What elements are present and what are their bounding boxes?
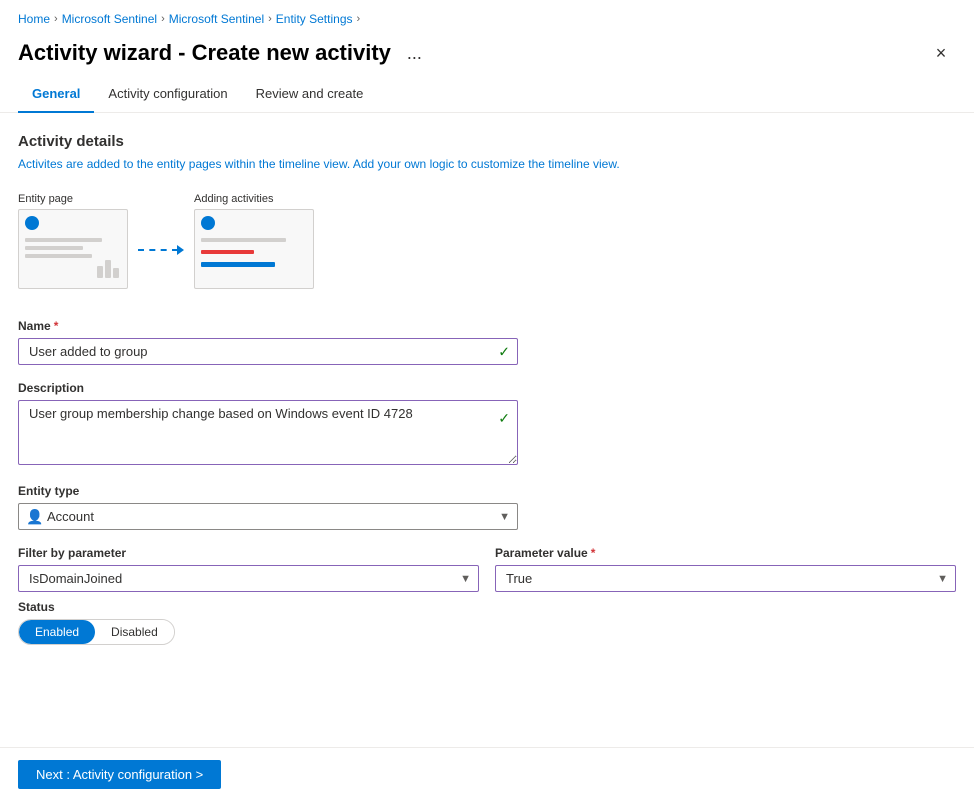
close-button[interactable]: × — [926, 38, 956, 68]
mock-person-2-icon — [201, 216, 215, 230]
status-toggle: Enabled Disabled — [18, 619, 175, 645]
filter-by-param-select-wrapper: IsDomainJoined ▼ — [18, 565, 479, 592]
parameter-value-label: Parameter value * — [495, 546, 956, 560]
parameter-value-select[interactable]: True — [495, 565, 956, 592]
entity-type-select-wrapper: 👤 Account ▼ — [18, 503, 518, 530]
filter-by-param-select[interactable]: IsDomainJoined — [18, 565, 479, 592]
mock-lines — [25, 238, 121, 258]
mock-bar-group — [97, 260, 119, 278]
breadcrumb-sep-3: › — [268, 13, 272, 25]
name-input[interactable] — [18, 338, 518, 365]
adding-activities-diagram-box: Adding activities — [194, 193, 314, 289]
tab-general[interactable]: General — [18, 78, 94, 113]
mock-bar-3 — [113, 268, 119, 278]
mock-line-2 — [25, 246, 83, 250]
account-icon: 👤 — [26, 508, 43, 525]
more-options-button[interactable]: ... — [401, 41, 428, 66]
mock-lines-2 — [201, 238, 307, 267]
entity-type-label: Entity type — [18, 484, 956, 498]
mock-highlight — [201, 262, 275, 267]
arrow-head — [178, 243, 184, 258]
filter-by-param-label: Filter by parameter — [18, 546, 479, 560]
main-content: Activity details Activites are added to … — [0, 113, 974, 784]
entity-page-diagram-box: Entity page — [18, 193, 128, 289]
name-form-group: Name * ✓ — [18, 319, 956, 365]
section-title: Activity details — [18, 133, 956, 150]
description-textarea-wrapper: User group membership change based on Wi… — [18, 400, 518, 468]
status-form-group: Status Enabled Disabled — [18, 600, 956, 645]
entity-page-label: Entity page — [18, 193, 73, 205]
status-enabled-button[interactable]: Enabled — [19, 620, 95, 644]
diagram-arrow — [138, 243, 184, 258]
breadcrumb-home[interactable]: Home — [18, 12, 50, 26]
filter-row: Filter by parameter IsDomainJoined ▼ Par… — [18, 546, 956, 592]
tab-review-create[interactable]: Review and create — [242, 78, 378, 113]
activity-diagram: Entity page Adding activitie — [18, 193, 956, 289]
bottom-bar: Next : Activity configuration > — [0, 747, 974, 801]
name-required: * — [54, 319, 59, 333]
breadcrumb-sentinel-2[interactable]: Microsoft Sentinel — [169, 12, 264, 26]
mock-bar-1 — [97, 266, 103, 278]
description-form-group: Description User group membership change… — [18, 381, 956, 468]
parameter-value-col: Parameter value * True ▼ — [495, 546, 956, 592]
section-subtitle: Activites are added to the entity pages … — [18, 155, 956, 173]
adding-activities-card — [194, 209, 314, 289]
page-title: Activity wizard - Create new activity — [18, 40, 391, 66]
name-label: Name * — [18, 319, 956, 333]
tab-bar: General Activity configuration Review an… — [0, 78, 974, 113]
header-bar: Activity wizard - Create new activity ..… — [0, 34, 974, 78]
mock-person-icon — [25, 216, 39, 230]
mock-red-line — [201, 250, 254, 254]
description-textarea[interactable]: User group membership change based on Wi… — [18, 400, 518, 465]
status-disabled-button[interactable]: Disabled — [95, 620, 174, 644]
next-activity-config-button[interactable]: Next : Activity configuration > — [18, 760, 221, 789]
breadcrumb-sep-4: › — [357, 13, 361, 25]
mock-bar-2 — [105, 260, 111, 278]
parameter-value-select-wrapper: True ▼ — [495, 565, 956, 592]
breadcrumb-sep-1: › — [54, 13, 58, 25]
mock-line2-1 — [201, 238, 286, 242]
description-check-icon: ✓ — [498, 410, 510, 427]
breadcrumb-sentinel-1[interactable]: Microsoft Sentinel — [62, 12, 157, 26]
entity-type-select[interactable]: Account — [18, 503, 518, 530]
name-check-icon: ✓ — [498, 343, 510, 360]
breadcrumb: Home › Microsoft Sentinel › Microsoft Se… — [0, 0, 974, 34]
entity-type-form-group: Entity type 👤 Account ▼ — [18, 484, 956, 530]
param-value-required: * — [591, 546, 596, 560]
breadcrumb-entity-settings[interactable]: Entity Settings — [276, 12, 353, 26]
filter-by-param-col: Filter by parameter IsDomainJoined ▼ — [18, 546, 479, 592]
tab-activity-configuration[interactable]: Activity configuration — [94, 78, 241, 113]
adding-activities-label: Adding activities — [194, 193, 274, 205]
entity-page-card — [18, 209, 128, 289]
mock-line-1 — [25, 238, 102, 242]
dashed-line — [138, 249, 178, 251]
breadcrumb-sep-2: › — [161, 13, 165, 25]
description-label: Description — [18, 381, 956, 395]
status-label: Status — [18, 600, 956, 614]
mock-line-3 — [25, 254, 92, 258]
header-left: Activity wizard - Create new activity ..… — [18, 40, 428, 66]
name-input-wrapper: ✓ — [18, 338, 518, 365]
